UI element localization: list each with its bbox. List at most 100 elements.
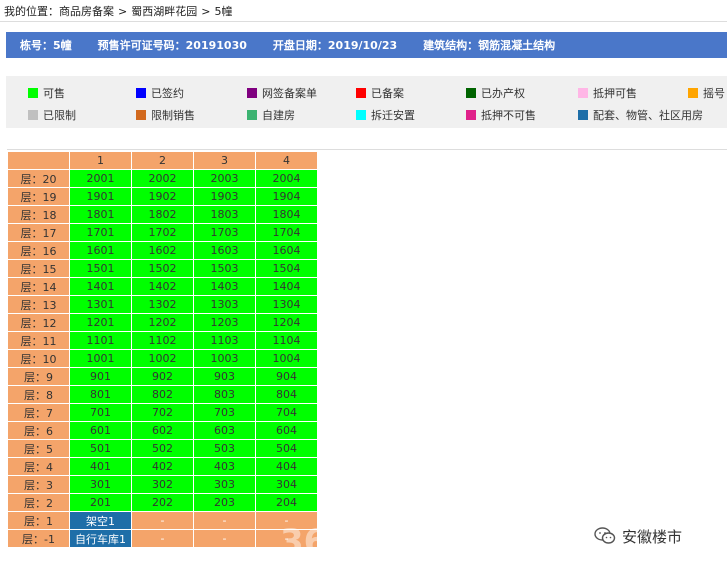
breadcrumb-separator: >: [118, 5, 128, 18]
unit-cell[interactable]: 1302: [131, 295, 194, 314]
unit-cell[interactable]: 1902: [131, 187, 194, 206]
unit-cell[interactable]: 1201: [69, 313, 132, 332]
unit-cell[interactable]: 202: [131, 493, 194, 512]
unit-cell[interactable]: 804: [255, 385, 318, 404]
floor-label: 层：10: [7, 349, 70, 368]
legend-label: 已备案: [371, 87, 404, 100]
unit-cell[interactable]: 401: [69, 457, 132, 476]
unit-cell[interactable]: 1401: [69, 277, 132, 296]
unit-cell[interactable]: 1303: [193, 295, 256, 314]
unit-cell[interactable]: 603: [193, 421, 256, 440]
unit-cell[interactable]: 403: [193, 457, 256, 476]
unit-cell[interactable]: 504: [255, 439, 318, 458]
unit-cell[interactable]: 1503: [193, 259, 256, 278]
unit-cell[interactable]: 1704: [255, 223, 318, 242]
unit-cell[interactable]: 1904: [255, 187, 318, 206]
unit-cell[interactable]: 902: [131, 367, 194, 386]
unit-cell[interactable]: 2002: [131, 169, 194, 188]
unit-cell[interactable]: 1702: [131, 223, 194, 242]
divider: [7, 149, 727, 150]
unit-cell[interactable]: 1403: [193, 277, 256, 296]
unit-cell[interactable]: 604: [255, 421, 318, 440]
unit-cell[interactable]: 801: [69, 385, 132, 404]
unit-cell[interactable]: 1304: [255, 295, 318, 314]
floor-label: 层：8: [7, 385, 70, 404]
unit-cell[interactable]: 1402: [131, 277, 194, 296]
unit-cell[interactable]: 701: [69, 403, 132, 422]
unit-cell[interactable]: 501: [69, 439, 132, 458]
unit-cell[interactable]: 503: [193, 439, 256, 458]
unit-cell[interactable]: 301: [69, 475, 132, 494]
unit-cell[interactable]: 901: [69, 367, 132, 386]
facility-cell[interactable]: 架空1: [69, 511, 132, 530]
unit-cell[interactable]: 201: [69, 493, 132, 512]
unit-cell[interactable]: 1504: [255, 259, 318, 278]
unit-cell[interactable]: 1204: [255, 313, 318, 332]
unit-cell[interactable]: 2001: [69, 169, 132, 188]
unit-cell[interactable]: 1404: [255, 277, 318, 296]
unit-cell[interactable]: 1803: [193, 205, 256, 224]
unit-cell[interactable]: 502: [131, 439, 194, 458]
unit-cell[interactable]: 1101: [69, 331, 132, 350]
unit-cell[interactable]: 1901: [69, 187, 132, 206]
empty-cell: -: [131, 511, 194, 530]
unit-cell[interactable]: 1801: [69, 205, 132, 224]
unit-cell[interactable]: 1602: [131, 241, 194, 260]
unit-cell[interactable]: 404: [255, 457, 318, 476]
status-legend: 可售 已签约 网签备案单 已备案 已办产权 抵押可售 摇号 已限制 限制销售 自建房 拆迁安置 抵押不…: [6, 76, 727, 128]
column-header: 4: [255, 151, 318, 170]
facility-cell[interactable]: 自行车库1: [69, 529, 132, 548]
unit-cell[interactable]: 1102: [131, 331, 194, 350]
unit-cell[interactable]: 601: [69, 421, 132, 440]
breadcrumb-link-project[interactable]: 蜀西湖畔花园: [131, 5, 197, 18]
unit-cell[interactable]: 303: [193, 475, 256, 494]
unit-cell[interactable]: 802: [131, 385, 194, 404]
breadcrumb-link-category[interactable]: 商品房备案: [59, 5, 114, 18]
info-structure: 建筑结构：钢筋混凝土结构: [423, 39, 556, 52]
floor-label: 层：5: [7, 439, 70, 458]
unit-cell[interactable]: 203: [193, 493, 256, 512]
table-row: 层：12 1201 1202 1203 1204: [7, 313, 318, 332]
unit-cell[interactable]: 1604: [255, 241, 318, 260]
legend-swatch: [136, 110, 146, 120]
unit-cell[interactable]: 302: [131, 475, 194, 494]
unit-cell[interactable]: 304: [255, 475, 318, 494]
unit-cell[interactable]: 1603: [193, 241, 256, 260]
unit-cell[interactable]: 1004: [255, 349, 318, 368]
legend-swatch: [247, 88, 257, 98]
unit-cell[interactable]: 1001: [69, 349, 132, 368]
floor-label: 层：20: [7, 169, 70, 188]
unit-cell[interactable]: 703: [193, 403, 256, 422]
unit-cell[interactable]: 1104: [255, 331, 318, 350]
unit-cell[interactable]: 1103: [193, 331, 256, 350]
unit-cell[interactable]: 2004: [255, 169, 318, 188]
unit-cell[interactable]: 1501: [69, 259, 132, 278]
unit-cell[interactable]: 1002: [131, 349, 194, 368]
floor-label: 层：17: [7, 223, 70, 242]
unit-cell[interactable]: 1301: [69, 295, 132, 314]
unit-cell[interactable]: 204: [255, 493, 318, 512]
legend-swatch: [356, 88, 366, 98]
table-row: 层：2 201 202 203 204: [7, 493, 318, 512]
column-header: 1: [69, 151, 132, 170]
unit-cell[interactable]: 1502: [131, 259, 194, 278]
unit-cell[interactable]: 1003: [193, 349, 256, 368]
unit-cell[interactable]: 1703: [193, 223, 256, 242]
unit-cell[interactable]: 702: [131, 403, 194, 422]
divider: [0, 21, 727, 22]
unit-cell[interactable]: 1903: [193, 187, 256, 206]
unit-cell[interactable]: 1701: [69, 223, 132, 242]
legend-item: 抵押不可售: [466, 107, 536, 123]
unit-cell[interactable]: 1601: [69, 241, 132, 260]
unit-cell[interactable]: 704: [255, 403, 318, 422]
unit-cell[interactable]: 602: [131, 421, 194, 440]
unit-cell[interactable]: 402: [131, 457, 194, 476]
unit-cell[interactable]: 904: [255, 367, 318, 386]
unit-cell[interactable]: 1202: [131, 313, 194, 332]
unit-cell[interactable]: 903: [193, 367, 256, 386]
unit-cell[interactable]: 1804: [255, 205, 318, 224]
unit-cell[interactable]: 1203: [193, 313, 256, 332]
unit-cell[interactable]: 2003: [193, 169, 256, 188]
unit-cell[interactable]: 1802: [131, 205, 194, 224]
unit-cell[interactable]: 803: [193, 385, 256, 404]
